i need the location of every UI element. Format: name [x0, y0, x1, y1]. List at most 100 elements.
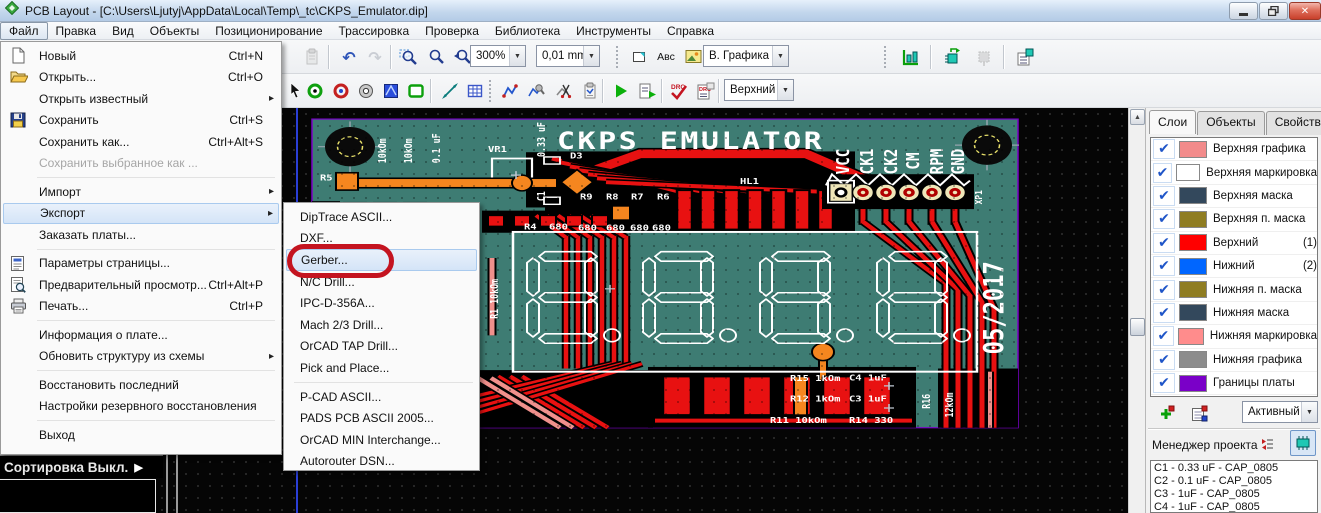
paste-icon[interactable]: [300, 45, 324, 69]
layer-color-swatch[interactable]: [1179, 281, 1207, 298]
component-list[interactable]: C1 - 0.33 uF - CAP_0805C2 - 0.1 uF - CAP…: [1150, 460, 1318, 513]
autorouter-setup-icon[interactable]: [635, 79, 659, 103]
menubar-item-Файл[interactable]: Файл: [0, 22, 48, 40]
drc-report-icon[interactable]: DRC: [693, 79, 717, 103]
chevron-down-icon[interactable]: ▼: [777, 80, 793, 100]
route-setup-icon[interactable]: [578, 79, 602, 103]
layer-color-swatch[interactable]: [1179, 258, 1207, 275]
layer-row[interactable]: ✔Верхний(1): [1151, 232, 1317, 255]
layer-row[interactable]: ✔Верхняя п. маска: [1151, 208, 1317, 231]
layer-visibility-checkbox[interactable]: ✔: [1153, 326, 1174, 346]
layer-visibility-checkbox[interactable]: ✔: [1153, 139, 1175, 159]
menubar-item-Инструменты[interactable]: Инструменты: [568, 23, 659, 39]
chevron-down-icon[interactable]: ▼: [509, 46, 525, 66]
layer-color-swatch[interactable]: [1179, 351, 1207, 368]
menubar-item-Справка[interactable]: Справка: [659, 23, 722, 39]
close-button[interactable]: ✕: [1289, 2, 1321, 20]
layer-row[interactable]: ✔Нижняя графика: [1151, 349, 1317, 372]
layer-color-swatch[interactable]: [1179, 304, 1207, 321]
layer-row[interactable]: ✔Нижняя п. маска: [1151, 278, 1317, 301]
zoom-dynamic-icon[interactable]: [424, 45, 448, 69]
component-list-item[interactable]: C4 - 1uF - CAP_0805: [1154, 501, 1314, 513]
sort-status-band[interactable]: Сортировка Выкл. ▶: [0, 455, 163, 478]
layer-color-swatch[interactable]: [1179, 211, 1207, 228]
menubar-item-Трассировка[interactable]: Трассировка: [331, 23, 418, 39]
layer-row[interactable]: ✔Границы платы: [1151, 372, 1317, 395]
add-layer-icon[interactable]: [1154, 401, 1178, 425]
file-menu-item-новый[interactable]: НовыйCtrl+N: [3, 45, 279, 67]
place-via-icon[interactable]: [329, 79, 353, 103]
file-menu-item-заказать-платы-[interactable]: Заказать платы...: [3, 224, 279, 246]
signal-layer-select[interactable]: Верхний (1)▼: [724, 79, 794, 101]
edit-trace-icon[interactable]: [524, 79, 548, 103]
zoom-window-icon[interactable]: [396, 45, 420, 69]
file-menu-item-сохранить-выбранное-как-[interactable]: Сохранить выбранное как ...: [3, 153, 279, 175]
layer-visibility-checkbox[interactable]: ✔: [1153, 350, 1175, 370]
export-submenu-item-pick-and-place-[interactable]: Pick and Place...: [286, 357, 477, 379]
layer-color-swatch[interactable]: [1179, 375, 1207, 392]
layer-row[interactable]: ✔Нижняя маска: [1151, 302, 1317, 325]
related-schematic-icon[interactable]: [972, 45, 996, 69]
file-menu-item-параметры-страницы-[interactable]: Параметры страницы...: [3, 253, 279, 275]
scrollbar-thumb[interactable]: [1130, 318, 1145, 336]
graphics-layer-select[interactable]: В. Графика▼: [703, 45, 789, 67]
layer-properties-icon[interactable]: [1188, 401, 1212, 425]
placement-setup-icon[interactable]: [898, 45, 922, 69]
menubar-item-Вид[interactable]: Вид: [104, 23, 142, 39]
export-submenu-item-orcad-min-interchange-[interactable]: OrCAD MIN Interchange...: [286, 429, 477, 451]
file-menu-item-обновить-структуру-из-схемы[interactable]: Обновить структуру из схемы▸: [3, 346, 279, 368]
route-trace-icon[interactable]: [498, 79, 522, 103]
menubar-item-Объекты[interactable]: Объекты: [142, 23, 208, 39]
file-menu-item-импорт[interactable]: Импорт▸: [3, 181, 279, 203]
file-menu-item-восстановить-последний[interactable]: Восстановить последний: [3, 374, 279, 396]
layer-visibility-checkbox[interactable]: ✔: [1153, 209, 1175, 229]
file-menu-item-сохранить[interactable]: СохранитьCtrl+S: [3, 110, 279, 132]
unroute-icon[interactable]: [552, 79, 576, 103]
measure-icon[interactable]: [438, 79, 462, 103]
tab-объекты[interactable]: Объекты: [1197, 111, 1265, 135]
layer-row[interactable]: ✔Верхняя маска: [1151, 185, 1317, 208]
tab-слои[interactable]: Слои: [1149, 110, 1196, 134]
layer-visibility-checkbox[interactable]: ✔: [1153, 373, 1175, 393]
component-view-toggle-button[interactable]: [1290, 430, 1316, 456]
table-icon[interactable]: [463, 79, 487, 103]
file-menu-item-экспорт[interactable]: Экспорт▸: [3, 203, 279, 225]
place-board-shape-icon[interactable]: [404, 79, 428, 103]
layer-visibility-checkbox[interactable]: ✔: [1153, 186, 1175, 206]
export-submenu-item-p-cad-ascii-[interactable]: P-CAD ASCII...: [286, 386, 477, 408]
export-submenu-item-diptrace-ascii-[interactable]: DipTrace ASCII...: [286, 206, 477, 228]
menubar-item-Библиотека[interactable]: Библиотека: [487, 23, 568, 39]
redo-icon[interactable]: ↷: [363, 45, 387, 69]
place-hole-icon[interactable]: [354, 79, 378, 103]
layer-visibility-checkbox[interactable]: ✔: [1153, 163, 1172, 183]
export-submenu-item-pads-pcb-ascii-2005-[interactable]: PADS PCB ASCII 2005...: [286, 407, 477, 429]
layer-row[interactable]: ✔Нижняя маркировка: [1151, 325, 1317, 348]
file-menu-item-открыть-известный[interactable]: Открыть известный▸: [3, 88, 279, 110]
layer-visibility-checkbox[interactable]: ✔: [1153, 280, 1175, 300]
update-from-schematic-icon[interactable]: [940, 45, 964, 69]
layer-color-swatch[interactable]: [1176, 164, 1200, 181]
tab-свойства[interactable]: Свойства: [1266, 111, 1321, 135]
place-text-icon[interactable]: Aвс: [654, 45, 678, 69]
restore-button[interactable]: [1259, 2, 1288, 20]
layer-row[interactable]: ✔Верхняя графика: [1151, 138, 1317, 161]
chevron-down-icon[interactable]: ▼: [1301, 402, 1317, 422]
undo-icon[interactable]: ↶: [337, 45, 361, 69]
place-copper-pour-icon[interactable]: [379, 79, 403, 103]
menubar-item-Правка[interactable]: Правка: [48, 23, 105, 39]
place-shape-icon[interactable]: [628, 45, 652, 69]
layer-color-swatch[interactable]: [1179, 187, 1207, 204]
menubar-item-Проверка[interactable]: Проверка: [417, 23, 487, 39]
component-list-item[interactable]: C2 - 0.1 uF - CAP_0805: [1154, 475, 1314, 488]
layer-color-swatch[interactable]: [1179, 234, 1207, 251]
export-submenu-item-autorouter-dsn-[interactable]: Autorouter DSN...: [286, 451, 477, 473]
chevron-down-icon[interactable]: ▼: [772, 46, 788, 66]
file-menu-item-настройки-резервного-восстановления[interactable]: Настройки резервного восстановления: [3, 396, 279, 418]
run-autorouter-icon[interactable]: [609, 79, 633, 103]
layer-color-swatch[interactable]: [1179, 141, 1207, 158]
export-submenu-item-ipc-d-356a-[interactable]: IPC-D-356A...: [286, 292, 477, 314]
export-submenu-item-orcad-tap-drill-[interactable]: OrCAD TAP Drill...: [286, 336, 477, 358]
layer-row[interactable]: ✔Верхняя маркировка: [1151, 161, 1317, 184]
layer-visibility-checkbox[interactable]: ✔: [1153, 256, 1175, 276]
layer-visibility-checkbox[interactable]: ✔: [1153, 233, 1175, 253]
